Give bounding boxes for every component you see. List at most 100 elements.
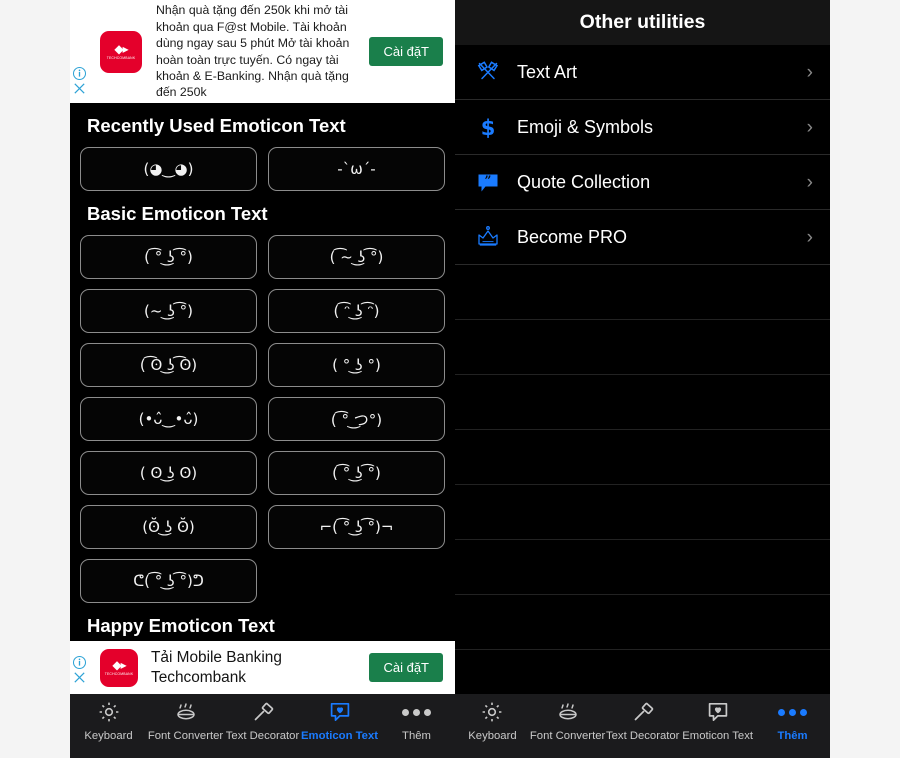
tab-text-decorator[interactable]: Text Decorator (224, 699, 301, 742)
logo-glyph: ◆▸ (112, 657, 126, 672)
emoticon-button[interactable]: (ʘ̆ ͜ʖ ʘ̆) (80, 505, 257, 549)
ad-badge-group (72, 66, 87, 96)
left-bottom-tabbar[interactable]: Keyboard Font Converter Text Decorator E… (70, 694, 455, 758)
ad-body-text: Nhận quà tặng đến 250k khi mở tài khoản … (156, 3, 350, 100)
right-phone-panel: Other utilities Text Art › $ Emoji & Symbol… (455, 0, 830, 758)
close-icon[interactable] (72, 670, 87, 685)
emoticon-button[interactable]: (~ ͜ʖ ͡°) (80, 289, 257, 333)
right-bottom-tabbar[interactable]: Keyboard Font Converter Text Decorator E… (455, 694, 830, 758)
utility-row-empty (455, 375, 830, 430)
tab-label: Font Converter (147, 730, 224, 742)
ad-install-button[interactable]: Cài đặT (369, 37, 443, 66)
utility-label: Become PRO (517, 226, 628, 247)
tab-label: Emoticon Text (301, 730, 378, 742)
utility-row-emoji-symbols[interactable]: $ Emoji & Symbols › (455, 100, 830, 155)
emoticon-button[interactable]: ( ° ͜ʖ °) (268, 343, 445, 387)
emoticon-button[interactable]: ⌐( ͡° ͜ʖ ͡°)¬ (268, 505, 445, 549)
tab-font-converter[interactable]: Font Converter (147, 699, 224, 742)
font-converter-icon (173, 699, 199, 725)
emoticon-button[interactable]: (•ᴗ̂‿•ᴗ̂) (80, 397, 257, 441)
svg-text:”: ” (485, 174, 492, 188)
crown-icon (471, 224, 505, 250)
emoticon-button[interactable]: ᕦ( ͡° ͜ʖ ͡°)ᕤ (80, 559, 257, 603)
emoticon-grid: ( ͡° ͜ʖ ͡°)( ͡~ ͜ʖ ͡°) (~ ͜ʖ ͡°)( ͡ᵔ ͜ʖ ͡… (80, 235, 445, 549)
screenshot-root: ◆▸ TECHCOMBANK Nhận quà tặng đến 250k kh… (0, 0, 900, 758)
chevron-right-icon: › (806, 61, 813, 83)
crossed-brushes-icon (471, 59, 505, 85)
utility-row-empty (455, 595, 830, 650)
page-title: Other utilities (455, 0, 830, 45)
tab-keyboard[interactable]: Keyboard (70, 699, 147, 742)
ad-badge-group-bottom (72, 655, 87, 685)
dollar-icon: $ (471, 114, 505, 140)
paint-roller-icon (631, 699, 655, 725)
more-dots-icon (778, 699, 808, 725)
gear-icon (480, 699, 504, 725)
emoticon-button[interactable]: (◕‿◕) (80, 147, 257, 191)
advertiser-logo-bottom: ◆▸ TECHCOMBANK (100, 648, 138, 687)
bottom-ad-install-button[interactable]: Cài đặT (369, 653, 443, 682)
emoticon-button[interactable]: ( ͡° ͜ʖ ͡°) (80, 235, 257, 279)
gear-icon (97, 699, 121, 725)
quote-bubble-icon: ” (471, 169, 505, 195)
emoticon-button[interactable]: ( ͡~ ͜ʖ ͡°) (268, 235, 445, 279)
emoticon-button[interactable]: -`ω´- (268, 147, 445, 191)
logo-brand-text: TECHCOMBANK (106, 55, 136, 60)
utility-row-become-pro[interactable]: Become PRO › (455, 210, 830, 265)
tab-label: Keyboard (468, 730, 517, 742)
logo-brand-text: TECHCOMBANK (104, 671, 134, 676)
emoticon-button[interactable]: ( ͡ʘ ͜ʖ ͡ʘ) (80, 343, 257, 387)
utility-label: Emoji & Symbols (517, 116, 654, 137)
heart-chat-icon (328, 699, 352, 725)
emoticon-button[interactable]: ( ͡° ͜つ°) (268, 397, 445, 441)
bottom-ad-line2: Techcombank (151, 668, 246, 686)
tab-label: Text Decorator (605, 730, 680, 742)
utility-row-empty (455, 485, 830, 540)
info-icon[interactable] (72, 655, 87, 670)
bottom-ad-text: Tải Mobile Banking Techcombank (151, 648, 369, 688)
emoticon-button[interactable]: ( ͡° ͜ʖ ͡°) (268, 451, 445, 495)
tab-label: Thêm (777, 730, 808, 742)
utility-row-empty (455, 540, 830, 595)
utility-row-empty (455, 320, 830, 375)
left-phone-panel: ◆▸ TECHCOMBANK Nhận quà tặng đến 250k kh… (70, 0, 455, 758)
heart-chat-icon (706, 699, 730, 725)
utility-row-quote-collection[interactable]: ” Quote Collection › (455, 155, 830, 210)
tab-emoticon-text[interactable]: Emoticon Text (301, 699, 378, 742)
utility-row-empty (455, 265, 830, 320)
tab-label: Thêm (402, 730, 431, 742)
tab-label: Text Decorator (225, 730, 300, 742)
more-dots-icon (778, 708, 808, 716)
paint-roller-icon (251, 699, 275, 725)
info-icon[interactable] (72, 66, 87, 81)
tab-label: Keyboard (84, 730, 133, 742)
top-ad-banner[interactable]: ◆▸ TECHCOMBANK Nhận quà tặng đến 250k kh… (70, 0, 455, 103)
emoticon-scroll-area[interactable]: Recently Used Emoticon Text (◕‿◕) -`ω´- Bas… (70, 103, 455, 636)
emoticon-button[interactable]: ( ͡ᵔ ͜ʖ ͡ᵔ) (268, 289, 445, 333)
bottom-ad-line1: Tải Mobile Banking (151, 648, 282, 666)
tab-font-converter[interactable]: Font Converter (530, 699, 605, 742)
utility-label: Text Art (517, 61, 578, 82)
bottom-ad-banner[interactable]: ◆▸ TECHCOMBANK Tải Mobile Banking Techco… (70, 641, 455, 694)
emoticon-grid: ᕦ( ͡° ͜ʖ ͡°)ᕤ (80, 559, 445, 603)
tab-th-m[interactable]: Thêm (755, 699, 830, 742)
emoticon-section-title: Recently Used Emoticon Text (87, 115, 346, 136)
more-dots-icon (402, 708, 431, 716)
utilities-list[interactable]: Text Art › $ Emoji & Symbols › ” Quote Collec… (455, 45, 830, 705)
tab-keyboard[interactable]: Keyboard (455, 699, 530, 742)
close-icon[interactable] (72, 81, 87, 96)
logo-glyph: ◆▸ (114, 41, 128, 56)
chevron-right-icon: › (806, 116, 813, 138)
chevron-right-icon: › (806, 226, 813, 248)
tab-label: Emoticon Text (682, 730, 753, 742)
chevron-right-icon: › (806, 171, 813, 193)
font-converter-icon (555, 699, 581, 725)
emoticon-grid: (◕‿◕) -`ω´- (80, 147, 445, 191)
tab-th-m[interactable]: Thêm (378, 699, 455, 742)
utility-row-text-art[interactable]: Text Art › (455, 45, 830, 100)
emoticon-button[interactable]: ( ʘ ͜ʖ ʘ) (80, 451, 257, 495)
tab-text-decorator[interactable]: Text Decorator (605, 699, 680, 742)
emoticon-section-title: Happy Emoticon Text (87, 615, 275, 636)
tab-emoticon-text[interactable]: Emoticon Text (680, 699, 755, 742)
utility-label: Quote Collection (517, 171, 651, 192)
